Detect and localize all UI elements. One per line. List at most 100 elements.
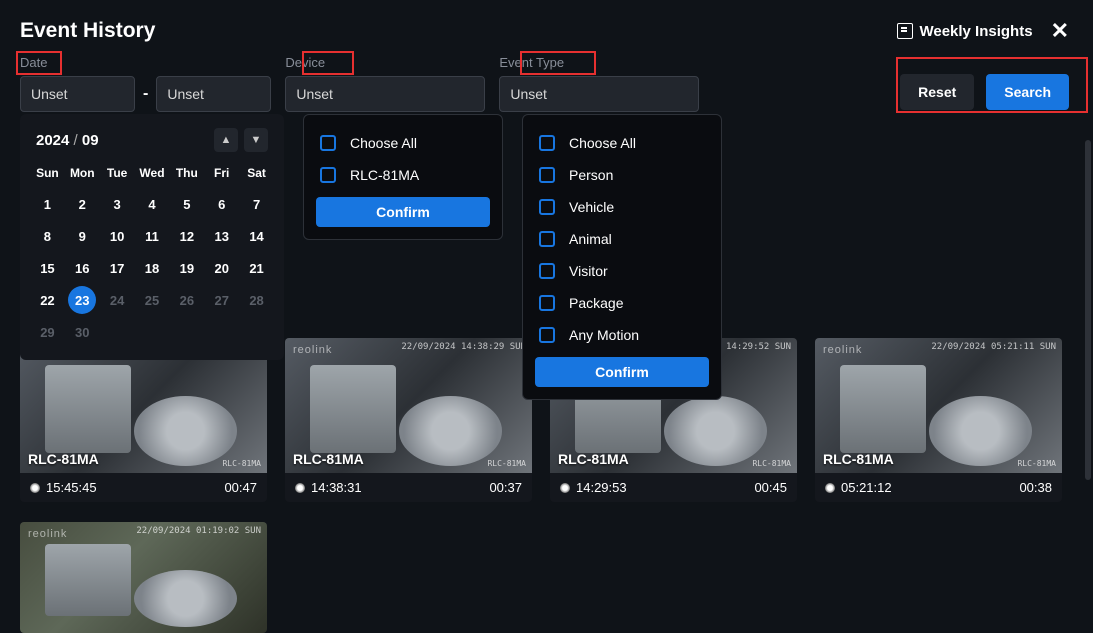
- calendar-day[interactable]: 26: [173, 286, 201, 314]
- clip-card[interactable]: reolink22/09/2024 15:45:45 SUNRLC-81MARL…: [20, 338, 267, 502]
- calendar-day[interactable]: 5: [173, 190, 201, 218]
- clip-overlay-timestamp: 22/09/2024 14:38:29 SUN: [401, 342, 526, 352]
- calendar-day[interactable]: 19: [173, 254, 201, 282]
- calendar-day[interactable]: 28: [243, 286, 271, 314]
- clip-duration: 00:45: [754, 480, 787, 495]
- calendar-prev-icon[interactable]: ▲: [214, 128, 238, 152]
- checkbox-icon: [539, 327, 555, 343]
- device-dropdown-panel: Choose All RLC-81MA Confirm: [303, 114, 503, 240]
- calendar-day[interactable]: 16: [68, 254, 96, 282]
- weekly-insights-label: Weekly Insights: [919, 23, 1032, 40]
- checkbox-icon: [539, 167, 555, 183]
- clip-overlay-timestamp: 22/09/2024 01:19:02 SUN: [136, 526, 261, 536]
- checkbox-icon: [539, 263, 555, 279]
- record-dot-icon: [30, 483, 40, 493]
- clip-time: 15:45:45: [30, 480, 97, 495]
- calendar-day[interactable]: 20: [208, 254, 236, 282]
- calendar-day[interactable]: 22: [33, 286, 61, 314]
- calendar-dow: Fri: [204, 160, 239, 186]
- record-dot-icon: [825, 483, 835, 493]
- device-confirm-button[interactable]: Confirm: [316, 197, 490, 227]
- calendar-day[interactable]: 12: [173, 222, 201, 250]
- date-dash: -: [143, 85, 148, 103]
- calendar-dow: Sun: [30, 160, 65, 186]
- clip-duration: 00:47: [224, 480, 257, 495]
- event-option[interactable]: Visitor: [535, 255, 709, 287]
- clip-card[interactable]: reolink 22/09/2024 01:19:02 SUN: [20, 522, 267, 633]
- calendar-day[interactable]: 4: [138, 190, 166, 218]
- close-icon[interactable]: ✕: [1047, 18, 1073, 44]
- date-to-input[interactable]: Unset: [156, 76, 271, 112]
- event-confirm-button[interactable]: Confirm: [535, 357, 709, 387]
- checkbox-icon: [320, 135, 336, 151]
- calendar-day[interactable]: 23: [68, 286, 96, 314]
- calendar-dow: Thu: [169, 160, 204, 186]
- event-option[interactable]: Package: [535, 287, 709, 319]
- event-option[interactable]: Vehicle: [535, 191, 709, 223]
- calendar-day[interactable]: 30: [68, 318, 96, 346]
- clip-card[interactable]: reolink22/09/2024 05:21:11 SUNRLC-81MARL…: [815, 338, 1062, 502]
- calendar-day[interactable]: 9: [68, 222, 96, 250]
- calendar-day[interactable]: 7: [243, 190, 271, 218]
- calendar-day[interactable]: 15: [33, 254, 61, 282]
- calendar-day[interactable]: 21: [243, 254, 271, 282]
- event-option-label: Visitor: [569, 263, 608, 279]
- calendar-day[interactable]: 1: [33, 190, 61, 218]
- device-option-label: Choose All: [350, 135, 417, 151]
- calendar-dow: Mon: [65, 160, 100, 186]
- clip-thumbnail: reolink 22/09/2024 01:19:02 SUN: [20, 522, 267, 633]
- search-button[interactable]: Search: [986, 74, 1069, 110]
- clip-duration: 00:38: [1019, 480, 1052, 495]
- calendar-dow: Sat: [239, 160, 274, 186]
- event-option-label: Person: [569, 167, 613, 183]
- clip-camera-tag: RLC-81MA: [222, 459, 261, 468]
- clip-card[interactable]: reolink22/09/2024 14:38:29 SUNRLC-81MARL…: [285, 338, 532, 502]
- checkbox-icon: [539, 295, 555, 311]
- date-label: Date: [20, 55, 47, 70]
- calendar-day[interactable]: 27: [208, 286, 236, 314]
- calendar-day[interactable]: 8: [33, 222, 61, 250]
- clip-camera-tag: RLC-81MA: [1017, 459, 1056, 468]
- event-option[interactable]: Choose All: [535, 127, 709, 159]
- reset-button[interactable]: Reset: [900, 74, 974, 110]
- calendar-day[interactable]: 13: [208, 222, 236, 250]
- checkbox-icon: [539, 231, 555, 247]
- calendar-day[interactable]: 6: [208, 190, 236, 218]
- page-title: Event History: [20, 19, 155, 43]
- calendar-day[interactable]: 3: [103, 190, 131, 218]
- calendar-day[interactable]: 18: [138, 254, 166, 282]
- calendar-day[interactable]: 29: [33, 318, 61, 346]
- clip-camera-tag: RLC-81MA: [487, 459, 526, 468]
- event-option-label: Choose All: [569, 135, 636, 151]
- device-label: Device: [285, 55, 325, 70]
- calendar-dow: Wed: [135, 160, 170, 186]
- clip-overlay-timestamp: 22/09/2024 05:21:11 SUN: [931, 342, 1056, 352]
- calendar-day[interactable]: 2: [68, 190, 96, 218]
- event-option[interactable]: Any Motion: [535, 319, 709, 351]
- calendar-day[interactable]: 11: [138, 222, 166, 250]
- date-from-input[interactable]: Unset: [20, 76, 135, 112]
- clip-time: 14:29:53: [560, 480, 627, 495]
- clip-time: 14:38:31: [295, 480, 362, 495]
- calendar-day[interactable]: 14: [243, 222, 271, 250]
- scrollbar[interactable]: [1085, 140, 1091, 480]
- calendar-day[interactable]: 17: [103, 254, 131, 282]
- checkbox-icon: [539, 135, 555, 151]
- insights-icon: [897, 23, 913, 39]
- calendar-day[interactable]: 25: [138, 286, 166, 314]
- clip-thumbnail: reolink22/09/2024 05:21:11 SUNRLC-81MARL…: [815, 338, 1062, 473]
- device-option[interactable]: RLC-81MA: [316, 159, 490, 191]
- device-option[interactable]: Choose All: [316, 127, 490, 159]
- device-option-label: RLC-81MA: [350, 167, 419, 183]
- device-select[interactable]: Unset: [285, 76, 485, 112]
- calendar-day[interactable]: 24: [103, 286, 131, 314]
- weekly-insights-link[interactable]: Weekly Insights: [897, 23, 1032, 40]
- event-option[interactable]: Person: [535, 159, 709, 191]
- record-dot-icon: [560, 483, 570, 493]
- event-type-select[interactable]: Unset: [499, 76, 699, 112]
- event-option[interactable]: Animal: [535, 223, 709, 255]
- calendar-day[interactable]: 10: [103, 222, 131, 250]
- calendar-dow: Tue: [100, 160, 135, 186]
- calendar-next-icon[interactable]: ▼: [244, 128, 268, 152]
- clip-time: 05:21:12: [825, 480, 892, 495]
